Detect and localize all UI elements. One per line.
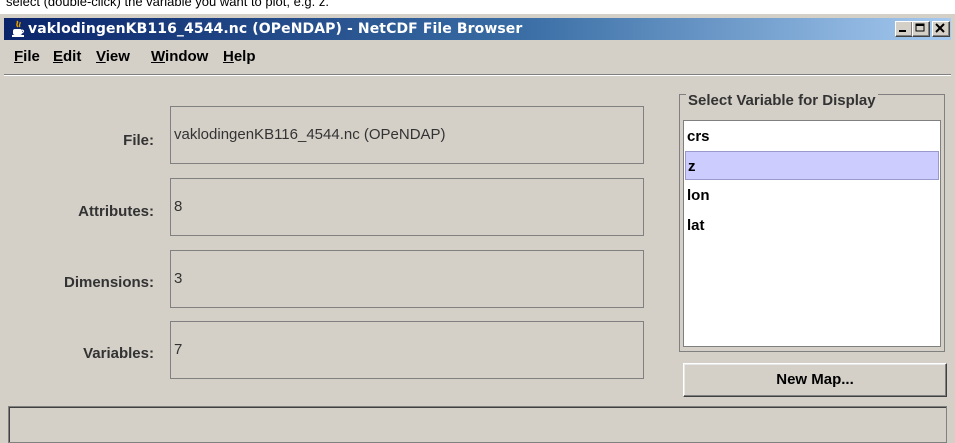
status-bar	[8, 406, 947, 443]
variable-item-lat[interactable]: lat	[685, 211, 939, 240]
menu-separator	[4, 74, 951, 76]
variable-item-lon[interactable]: lon	[685, 181, 939, 210]
maximize-icon	[915, 23, 925, 32]
file-label: File:	[123, 132, 154, 149]
close-button[interactable]	[932, 21, 950, 37]
java-cup-icon	[12, 20, 25, 37]
variable-item-z[interactable]: z	[685, 151, 939, 180]
dimensions-field: 3	[170, 250, 644, 308]
netcdf-browser-window: vaklodingenKB116_4544.nc (OPeNDAP) - Net…	[0, 14, 955, 443]
attributes-value: 8	[174, 198, 183, 215]
minimize-icon	[899, 30, 906, 32]
variable-item-crs[interactable]: crs	[685, 122, 939, 151]
dimensions-label: Dimensions:	[63, 274, 154, 291]
menu-file[interactable]: File	[14, 48, 40, 65]
menu-help[interactable]: Help	[223, 48, 256, 65]
variables-label: Variables:	[83, 345, 154, 362]
window-title: vaklodingenKB116_4544.nc (OPeNDAP) - Net…	[28, 21, 523, 37]
variables-field: 7	[170, 321, 644, 379]
new-map-button[interactable]: New Map...	[683, 363, 947, 397]
menu-bar: File Edit View Window Help	[4, 42, 951, 72]
variable-list[interactable]: crs z lon lat	[683, 120, 941, 347]
menu-window[interactable]: Window	[151, 48, 208, 65]
title-bar[interactable]: vaklodingenKB116_4544.nc (OPeNDAP) - Net…	[4, 18, 951, 40]
menu-edit[interactable]: Edit	[53, 48, 81, 65]
variable-group-title: Select Variable for Display	[686, 92, 878, 109]
menu-view[interactable]: View	[96, 48, 130, 65]
attributes-field: 8	[170, 178, 644, 236]
variables-value: 7	[174, 341, 183, 358]
instruction-caption: select (double-click) the variable you w…	[6, 0, 329, 9]
maximize-button[interactable]	[912, 21, 930, 37]
dimensions-value: 3	[174, 270, 183, 287]
attributes-label: Attributes:	[78, 203, 154, 220]
close-icon	[935, 23, 945, 33]
minimize-button[interactable]	[895, 21, 913, 37]
file-value: vaklodingenKB116_4544.nc (OPeNDAP)	[174, 126, 446, 143]
file-field: vaklodingenKB116_4544.nc (OPeNDAP)	[170, 106, 644, 164]
